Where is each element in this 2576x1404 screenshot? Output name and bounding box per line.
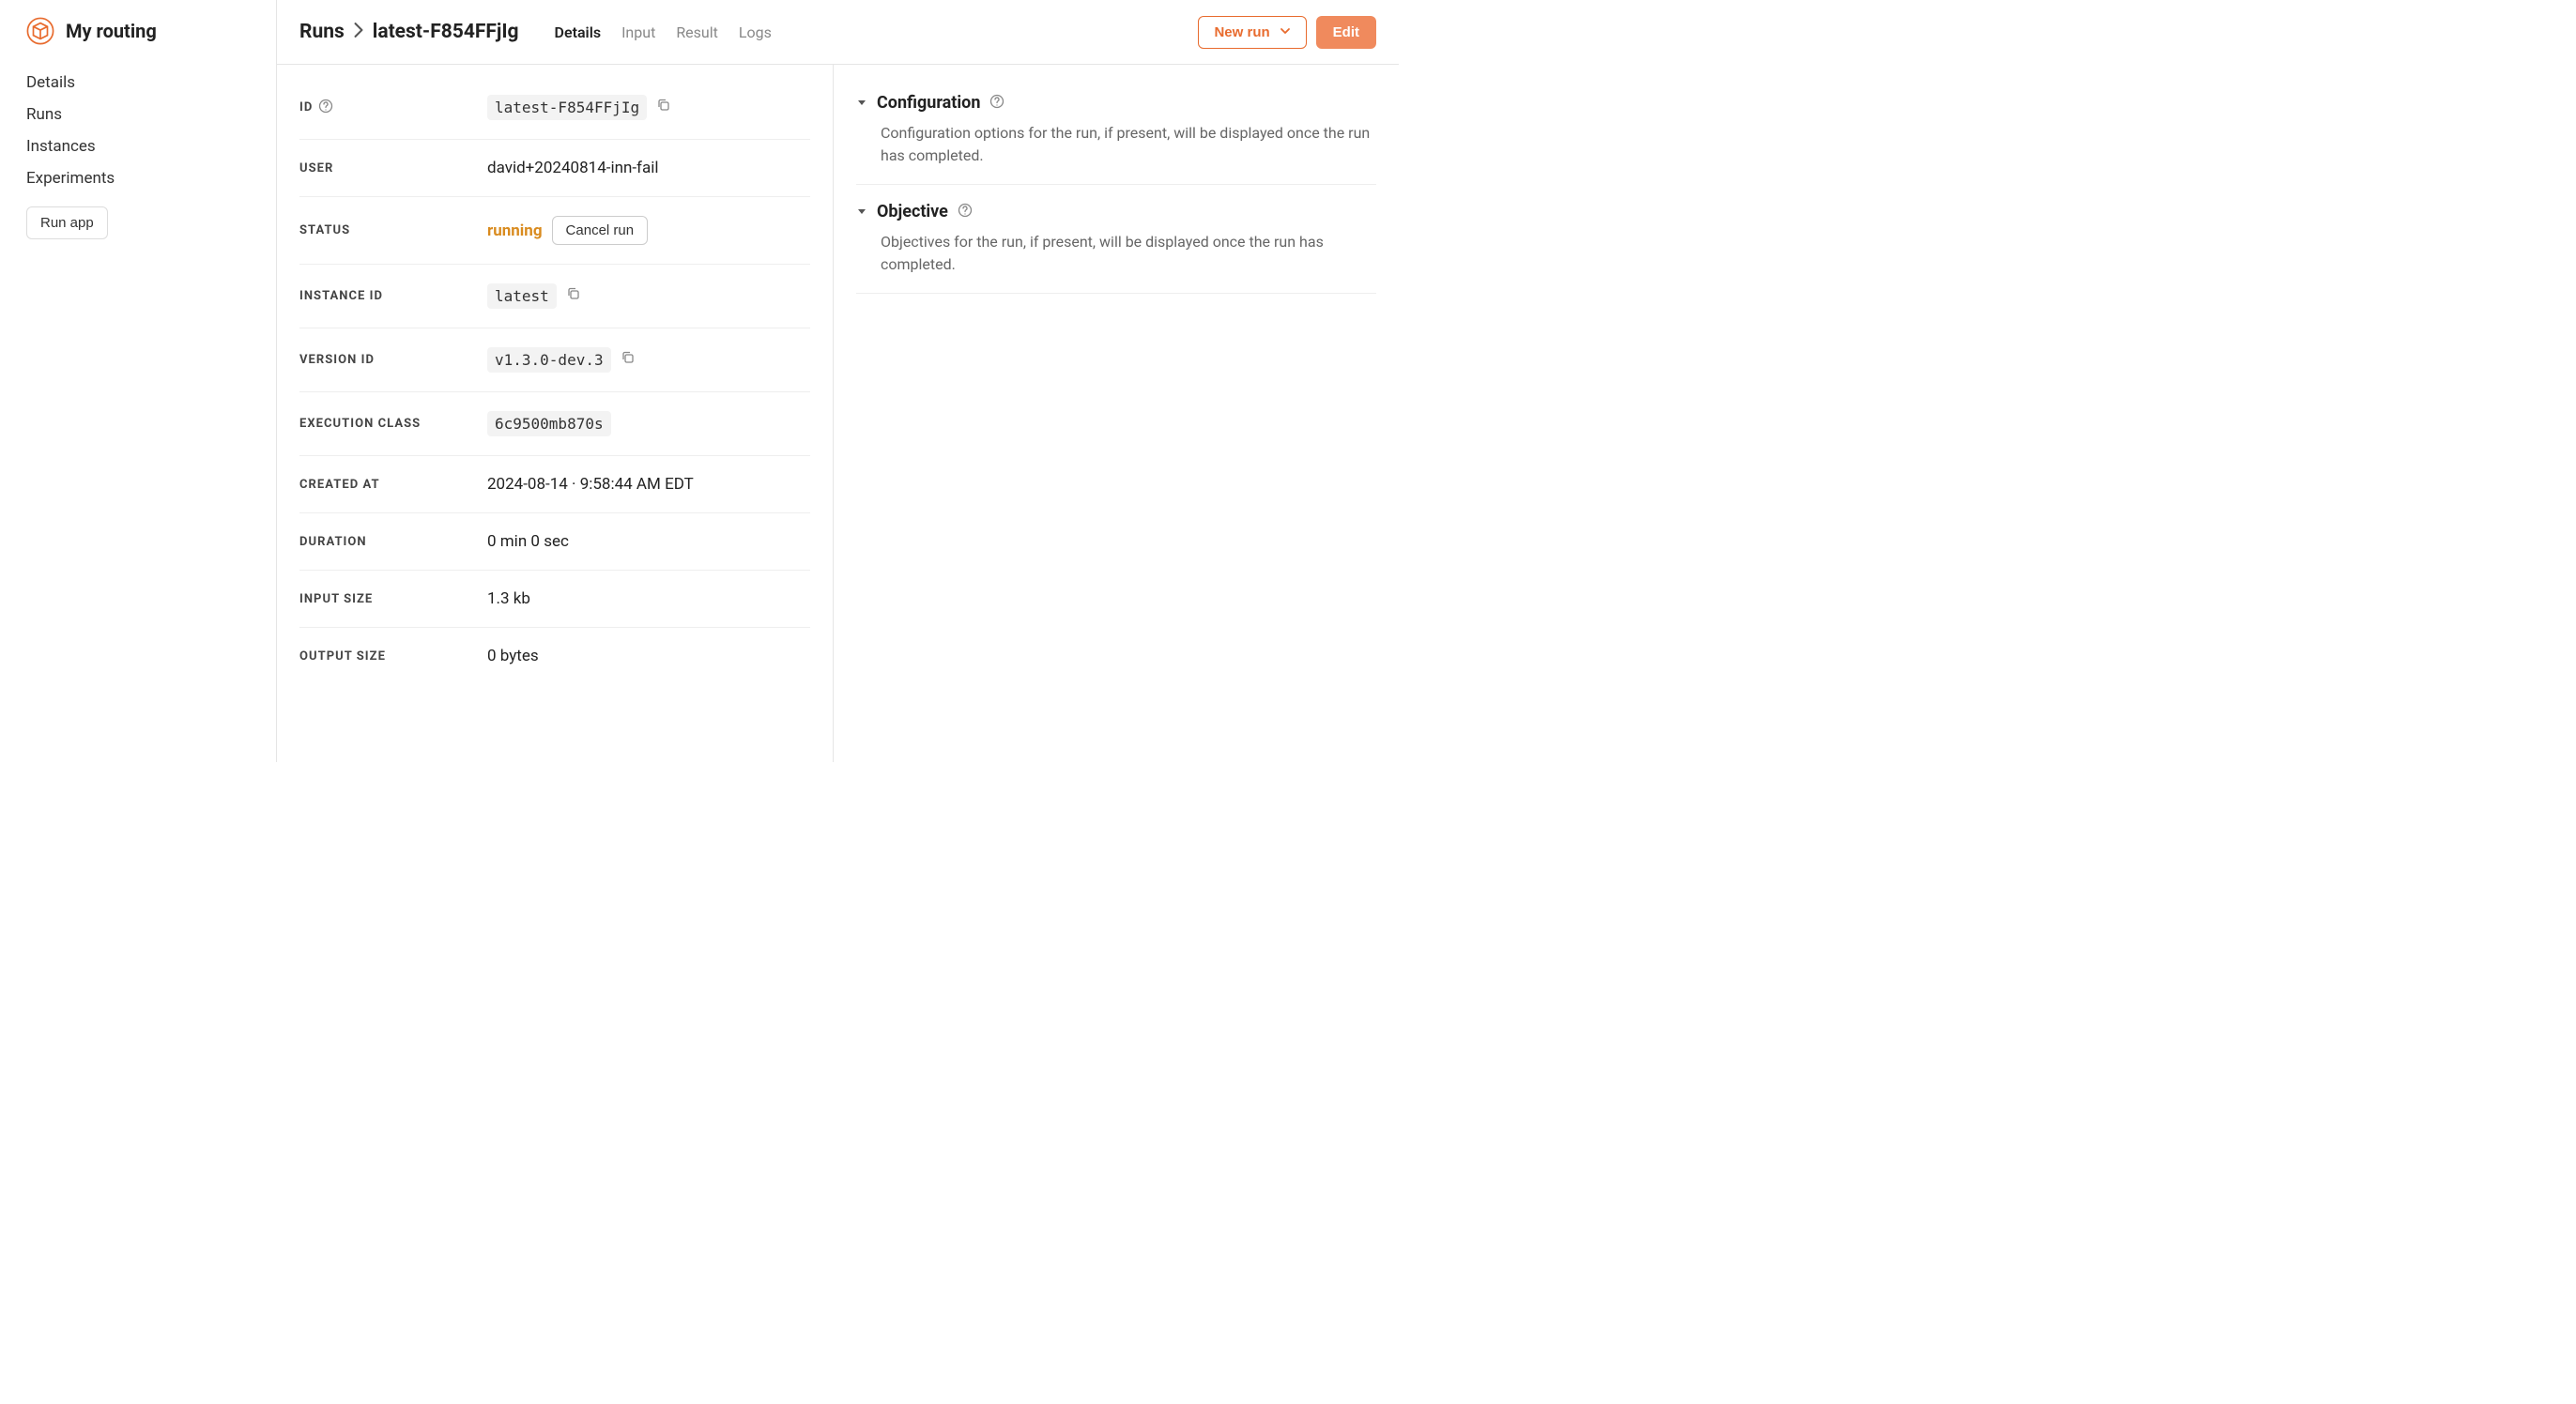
copy-icon[interactable]	[621, 350, 636, 370]
row-user: USER david+20240814-inn-fail	[299, 140, 810, 197]
panel-configuration-title: Configuration	[877, 93, 980, 113]
value-execution-class: 6c9500mb870s	[487, 411, 611, 436]
sidebar-header: My routing	[26, 17, 250, 45]
label-execution-class: EXECUTION CLASS	[299, 417, 487, 431]
sidebar-item-runs[interactable]: Runs	[26, 103, 250, 126]
main: Runs latest-F854FFjIg Details Input Resu…	[277, 0, 1399, 762]
panels-column: Configuration Configuration options for …	[834, 65, 1399, 762]
value-created-at: 2024-08-14 · 9:58:44 AM EDT	[487, 475, 694, 494]
copy-icon[interactable]	[656, 98, 671, 117]
label-output-size: OUTPUT SIZE	[299, 649, 487, 664]
run-app-button[interactable]: Run app	[26, 206, 108, 239]
row-duration: DURATION 0 min 0 sec	[299, 513, 810, 571]
value-input-size: 1.3 kb	[487, 589, 530, 608]
breadcrumb-parent[interactable]: Runs	[299, 21, 345, 43]
tab-details[interactable]: Details	[555, 23, 602, 41]
row-status: STATUS running Cancel run	[299, 197, 810, 265]
caret-down-icon	[856, 203, 867, 221]
topbar-actions: New run Edit	[1198, 16, 1376, 49]
execution-class-chip: 6c9500mb870s	[487, 411, 611, 436]
new-run-label: New run	[1214, 24, 1269, 40]
chevron-right-icon	[354, 21, 363, 43]
sidebar: My routing Details Runs Instances Experi…	[0, 0, 277, 762]
row-input-size: INPUT SIZE 1.3 kb	[299, 571, 810, 628]
sidebar-title: My routing	[66, 20, 157, 42]
edit-button[interactable]: Edit	[1316, 16, 1376, 49]
label-user: USER	[299, 161, 487, 176]
version-id-chip: v1.3.0-dev.3	[487, 347, 611, 373]
panel-objective-header[interactable]: Objective	[856, 202, 1376, 221]
row-created-at: CREATED AT 2024-08-14 · 9:58:44 AM EDT	[299, 456, 810, 513]
row-instance-id: INSTANCE ID latest	[299, 265, 810, 328]
id-chip: latest-F854FFjIg	[487, 95, 647, 120]
copy-icon[interactable]	[566, 286, 581, 306]
help-icon[interactable]	[989, 94, 1004, 113]
caret-down-icon	[856, 94, 867, 112]
sidebar-item-details[interactable]: Details	[26, 71, 250, 94]
instance-id-chip: latest	[487, 283, 557, 309]
tab-input[interactable]: Input	[621, 23, 655, 41]
breadcrumb: Runs latest-F854FFjIg	[299, 21, 519, 43]
row-output-size: OUTPUT SIZE 0 bytes	[299, 628, 810, 684]
row-version-id: VERSION ID v1.3.0-dev.3	[299, 328, 810, 392]
new-run-button[interactable]: New run	[1198, 16, 1306, 49]
status-badge: running	[487, 221, 543, 240]
tabs: Details Input Result Logs	[555, 23, 772, 41]
tab-result[interactable]: Result	[676, 23, 718, 41]
details-column: ID latest-F854FFjIg USER david+202	[277, 65, 834, 762]
label-duration: DURATION	[299, 535, 487, 549]
sidebar-item-experiments[interactable]: Experiments	[26, 167, 250, 190]
label-created-at: CREATED AT	[299, 478, 487, 492]
value-instance-id: latest	[487, 283, 581, 309]
value-output-size: 0 bytes	[487, 647, 539, 665]
value-duration: 0 min 0 sec	[487, 532, 569, 551]
sidebar-nav: Details Runs Instances Experiments	[26, 71, 250, 190]
chevron-down-icon	[1280, 24, 1291, 40]
tab-logs[interactable]: Logs	[739, 23, 772, 41]
label-id: ID	[299, 99, 487, 117]
value-user: david+20240814-inn-fail	[487, 159, 658, 177]
panel-objective-title: Objective	[877, 202, 948, 221]
value-version-id: v1.3.0-dev.3	[487, 347, 636, 373]
sidebar-item-instances[interactable]: Instances	[26, 135, 250, 158]
label-id-text: ID	[299, 100, 313, 114]
help-icon[interactable]	[958, 203, 973, 221]
row-id: ID latest-F854FFjIg	[299, 76, 810, 140]
help-icon[interactable]	[318, 99, 333, 117]
cube-icon	[26, 17, 54, 45]
value-status: running Cancel run	[487, 216, 648, 245]
panel-objective-body: Objectives for the run, if present, will…	[856, 231, 1376, 276]
panel-configuration-header[interactable]: Configuration	[856, 93, 1376, 113]
panel-configuration-body: Configuration options for the run, if pr…	[856, 122, 1376, 167]
breadcrumb-current: latest-F854FFjIg	[373, 21, 519, 43]
cancel-run-button[interactable]: Cancel run	[552, 216, 649, 245]
row-execution-class: EXECUTION CLASS 6c9500mb870s	[299, 392, 810, 456]
content: ID latest-F854FFjIg USER david+202	[277, 65, 1399, 762]
value-id: latest-F854FFjIg	[487, 95, 671, 120]
label-version-id: VERSION ID	[299, 353, 487, 367]
panel-objective: Objective Objectives for the run, if pre…	[856, 185, 1376, 294]
topbar: Runs latest-F854FFjIg Details Input Resu…	[277, 0, 1399, 65]
panel-configuration: Configuration Configuration options for …	[856, 76, 1376, 185]
label-input-size: INPUT SIZE	[299, 592, 487, 606]
label-instance-id: INSTANCE ID	[299, 289, 487, 303]
label-status: STATUS	[299, 223, 487, 237]
